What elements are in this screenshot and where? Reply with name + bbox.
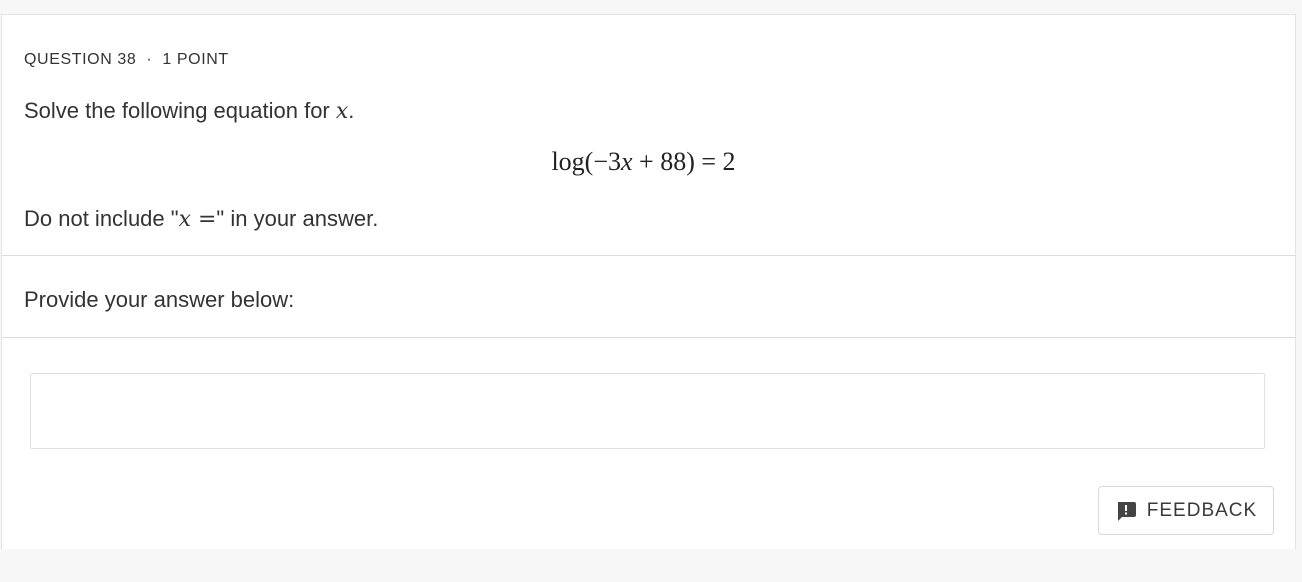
answer-input[interactable] xyxy=(30,373,1265,449)
note-before: Do not include " xyxy=(24,206,179,231)
question-text-before: Solve the following equation for xyxy=(24,98,336,123)
question-text: Solve the following equation for x. xyxy=(24,98,354,124)
answer-prompt-section: Provide your answer below: xyxy=(2,256,1295,338)
question-equation: log(−3x + 88) = 2 xyxy=(2,147,1295,177)
question-variable: x xyxy=(335,99,349,124)
note-after: " in your answer. xyxy=(216,206,379,231)
question-number: QUESTION 38 xyxy=(24,51,137,68)
equation-suffix: + 88) = 2 xyxy=(632,147,736,176)
note-math: x = xyxy=(178,207,217,232)
question-note: Do not include "x =" in your answer. xyxy=(24,206,378,232)
question-points: 1 POINT xyxy=(162,51,229,68)
feedback-alert-icon xyxy=(1115,500,1137,522)
feedback-button[interactable]: FEEDBACK xyxy=(1098,486,1274,535)
feedback-label: FEEDBACK xyxy=(1146,499,1258,521)
equation-variable: x xyxy=(621,147,633,176)
question-section: QUESTION 38 · 1 POINT Solve the following … xyxy=(2,15,1295,256)
answer-prompt: Provide your answer below: xyxy=(24,287,295,312)
header-separator: · xyxy=(146,51,153,68)
answer-section: FEEDBACK xyxy=(2,338,1295,549)
question-header: QUESTION 38 · 1 POINT xyxy=(24,51,229,69)
question-text-after: . xyxy=(348,98,355,123)
question-card: QUESTION 38 · 1 POINT Solve the following … xyxy=(1,14,1296,549)
equation-prefix: log(−3 xyxy=(551,147,621,176)
